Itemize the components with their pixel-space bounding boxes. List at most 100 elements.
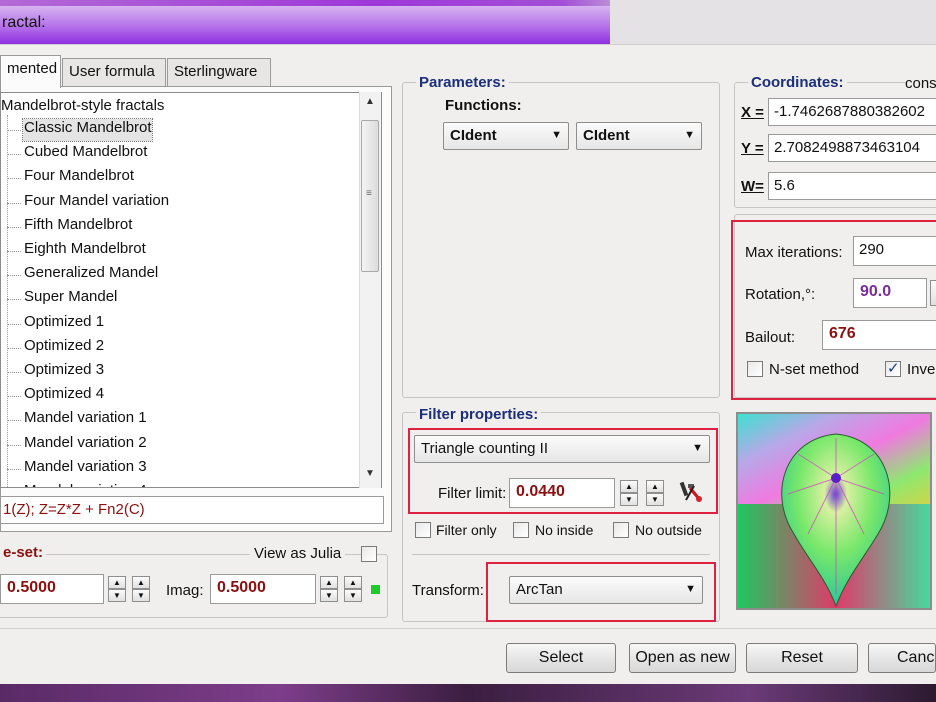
tree-branch-line — [7, 202, 21, 204]
filter-limit-down2-icon[interactable]: ▼ — [646, 493, 664, 506]
invert-label: Inve — [907, 361, 936, 378]
invert-checkbox[interactable] — [885, 359, 901, 377]
x-label: X = — [741, 104, 764, 121]
parameters-label: Parameters: — [416, 74, 509, 91]
scroll-down-arrow-icon[interactable]: ▼ — [361, 468, 379, 486]
y-label: Y = — [741, 140, 764, 157]
max-iterations-input[interactable]: 290 — [853, 236, 936, 266]
no-inside-checkbox[interactable] — [513, 522, 529, 538]
filter-type-value: Triangle counting II — [421, 440, 549, 457]
function1-value: CIdent — [450, 127, 497, 144]
seed-imag-up2-icon[interactable]: ▲ — [344, 576, 362, 589]
filter-limit-input[interactable]: 0.0440 — [509, 478, 615, 508]
separator — [412, 554, 710, 555]
fractal-preview[interactable] — [736, 412, 932, 610]
view-as-julia-checkbox[interactable] — [361, 546, 377, 562]
function2-select[interactable]: CIdent ▼ — [576, 122, 702, 150]
no-outside-label: No outside — [635, 522, 702, 538]
imag-label: Imag: — [166, 582, 204, 599]
tree-item[interactable]: Mandel variation 2 — [23, 434, 147, 456]
tree-item[interactable]: Mandel variation 4 — [23, 482, 147, 487]
seed-imag-down2-icon[interactable]: ▼ — [344, 589, 362, 602]
nset-method-checkbox[interactable] — [747, 361, 763, 377]
filter-type-select[interactable]: Triangle counting II ▼ — [414, 435, 710, 463]
tree-item[interactable]: Optimized 4 — [23, 385, 104, 407]
tree-branch-line — [7, 396, 21, 398]
y-coordinate-input[interactable]: 2.7082498873463104 — [768, 134, 936, 162]
filter-limit-up2-icon[interactable]: ▲ — [646, 480, 664, 493]
rotation-label: Rotation,°: — [745, 286, 816, 303]
tree-branch-line — [7, 178, 21, 180]
seed-real-input[interactable]: 0.5000 — [0, 574, 104, 604]
tree-item[interactable]: Cubed Mandelbrot — [23, 143, 147, 165]
chevron-down-icon: ▼ — [684, 129, 695, 141]
x-coordinate-input[interactable]: -1.7462687880382602 — [768, 98, 936, 126]
tree-branch-line — [7, 154, 21, 156]
filter-limit-down-icon[interactable]: ▼ — [620, 493, 638, 506]
tree-item[interactable]: Optimized 3 — [23, 361, 104, 383]
tab-sterlingware[interactable]: Sterlingware — [167, 58, 271, 86]
select-button[interactable]: Select — [506, 643, 616, 673]
tree-branch-line — [7, 468, 21, 470]
window-title: ractal: — [2, 14, 46, 31]
tree-item[interactable]: Four Mandel variation — [23, 192, 169, 214]
title-bar-right — [610, 0, 936, 46]
tree-item[interactable]: Optimized 1 — [23, 313, 104, 335]
cancel-button[interactable]: Canc — [868, 643, 936, 673]
title-bar[interactable] — [0, 6, 610, 44]
max-iterations-label: Max iterations: — [745, 244, 843, 261]
filter-only-checkbox[interactable] — [415, 522, 431, 538]
view-as-julia-label: View as Julia — [250, 545, 346, 562]
scroll-up-arrow-icon[interactable]: ▲ — [361, 96, 379, 114]
tree-branch-line — [7, 347, 21, 349]
filter-tools-icon[interactable] — [678, 478, 706, 506]
seed-real-down2-icon[interactable]: ▼ — [132, 589, 150, 602]
function2-value: CIdent — [583, 127, 630, 144]
transform-select[interactable]: ArcTan ▼ — [509, 576, 703, 604]
function1-select[interactable]: CIdent ▼ — [443, 122, 569, 150]
bailout-label: Bailout: — [745, 329, 796, 346]
chevron-down-icon: ▼ — [692, 442, 703, 454]
tree-item[interactable]: Mandel variation 1 — [23, 409, 147, 431]
tree-item[interactable]: Mandel variation 3 — [23, 458, 147, 480]
seed-real-up2-icon[interactable]: ▲ — [132, 576, 150, 589]
tree-root[interactable]: Mandelbrot-style fractals — [1, 97, 164, 114]
tree-branch-line — [7, 420, 21, 422]
tree-item[interactable]: Fifth Mandelbrot — [23, 216, 132, 238]
seed-real-up-icon[interactable]: ▲ — [108, 576, 126, 589]
bailout-input[interactable]: 676 — [822, 320, 936, 350]
tree-branch-line — [7, 130, 21, 131]
tree-branch-line — [7, 251, 21, 252]
rotation-spin-icon[interactable] — [930, 280, 936, 306]
tree-item[interactable]: Generalized Mandel — [23, 264, 158, 286]
chevron-down-icon: ▼ — [551, 129, 562, 141]
chevron-down-icon: ▼ — [685, 583, 696, 595]
filter-limit-up-icon[interactable]: ▲ — [620, 480, 638, 493]
button-separator — [0, 628, 936, 629]
tree-branch-line — [7, 275, 21, 277]
seed-imag-input[interactable]: 0.5000 — [210, 574, 316, 604]
no-inside-label: No inside — [535, 522, 594, 538]
tree-connector — [7, 115, 8, 487]
open-as-new-button[interactable]: Open as new — [629, 643, 736, 673]
tree-branch-line — [7, 299, 21, 301]
w-input[interactable]: 5.6 — [768, 172, 936, 200]
rotation-input[interactable]: 90.0 — [853, 278, 927, 308]
tab-implemented[interactable]: mented — [0, 55, 61, 88]
tree-item[interactable]: Classic Mandelbrot — [22, 118, 153, 142]
seed-imag-up-icon[interactable]: ▲ — [320, 576, 338, 589]
tab-user-formula[interactable]: User formula — [62, 58, 166, 86]
reset-button[interactable]: Reset — [746, 643, 858, 673]
seed-real-down-icon[interactable]: ▼ — [108, 589, 126, 602]
tree-item[interactable]: Four Mandelbrot — [23, 167, 134, 189]
tree-item[interactable]: Optimized 2 — [23, 337, 104, 359]
const-label: cons — [905, 75, 936, 92]
tree-item[interactable]: Super Mandel — [23, 288, 117, 310]
coordinates-separator — [866, 82, 900, 83]
tree-branch-line — [7, 323, 21, 325]
tree-item[interactable]: Eighth Mandelbrot — [23, 240, 146, 262]
no-outside-checkbox[interactable] — [613, 522, 629, 538]
seed-imag-down-icon[interactable]: ▼ — [320, 589, 338, 602]
fractal-tree[interactable]: Mandelbrot-style fractals Classic Mandel… — [0, 92, 382, 488]
transform-label: Transform: — [412, 582, 484, 599]
